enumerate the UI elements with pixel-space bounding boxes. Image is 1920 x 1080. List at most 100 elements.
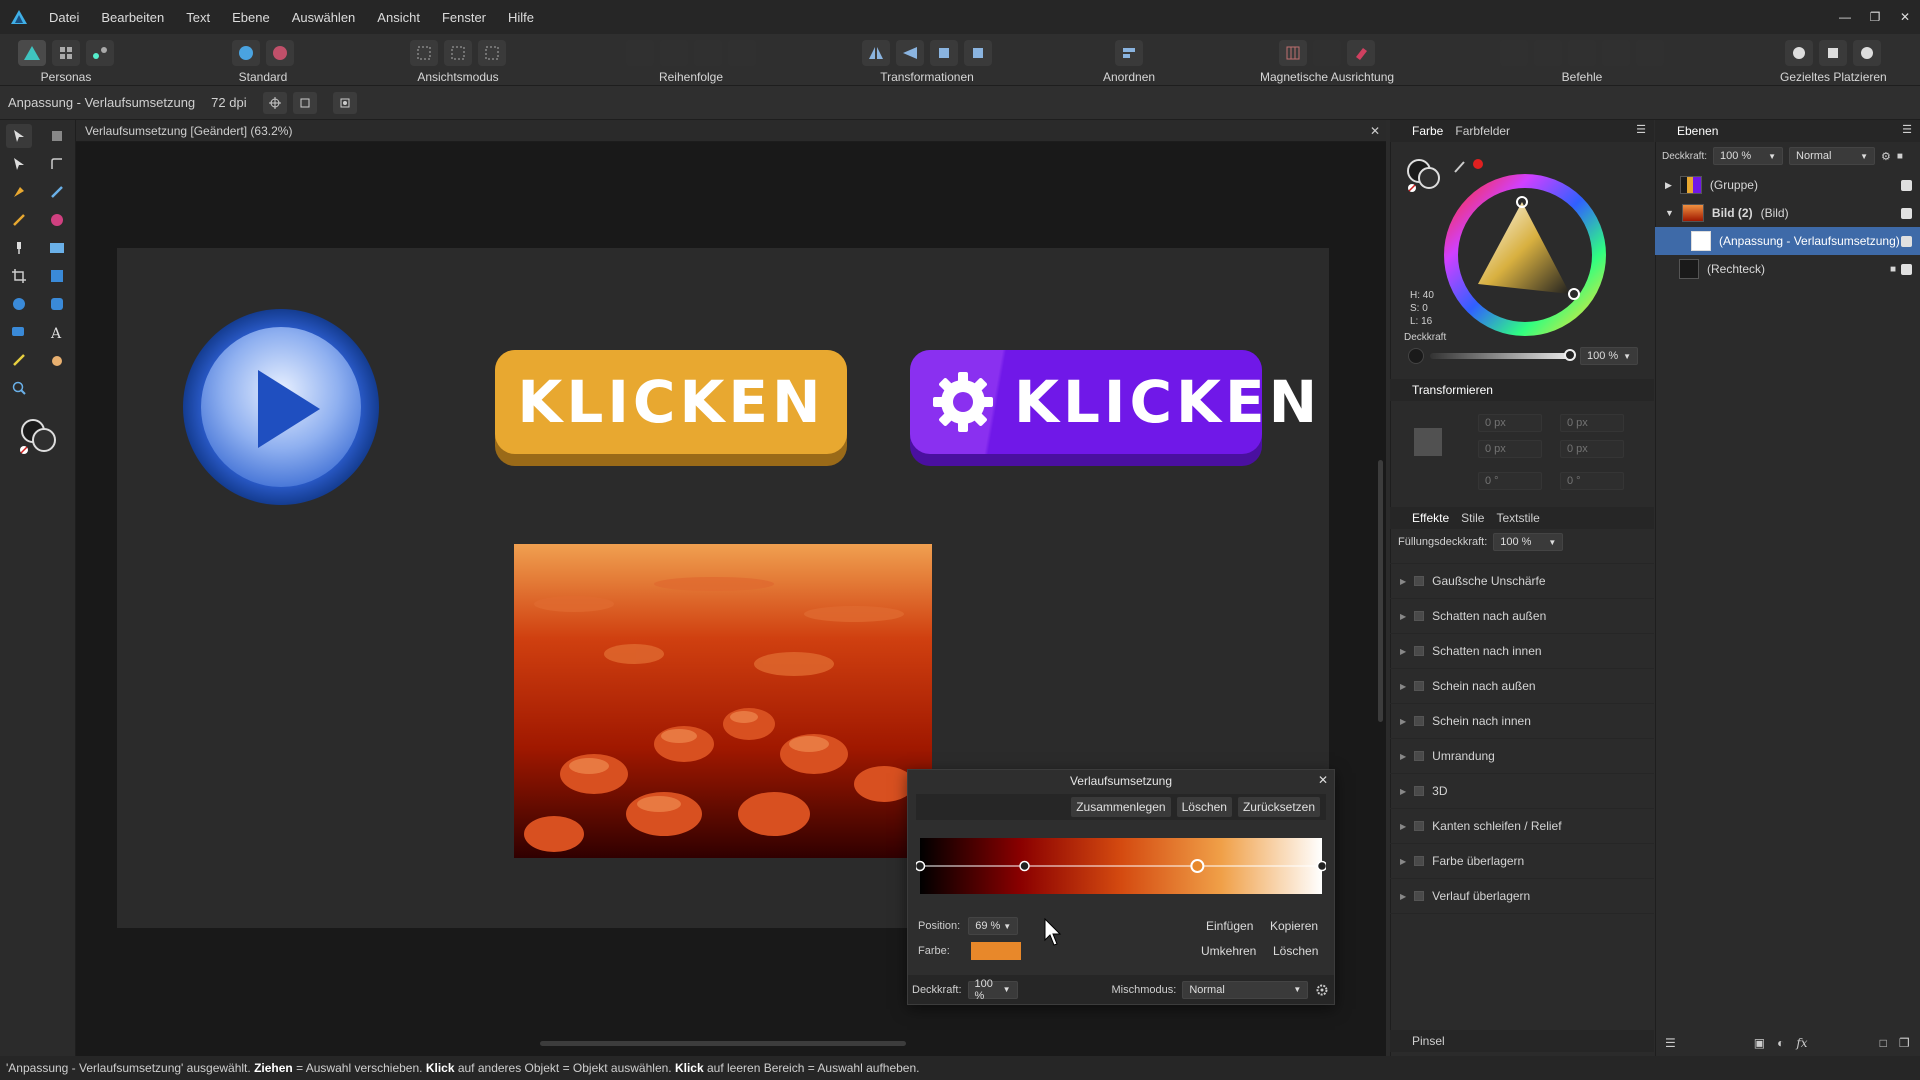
gradient-stop[interactable] xyxy=(916,860,926,872)
view-mode-2-icon[interactable] xyxy=(444,40,472,66)
rotate-right-icon[interactable] xyxy=(964,40,992,66)
layers-blend-select[interactable]: Normal ▼ xyxy=(1789,147,1876,165)
menu-ebene[interactable]: Ebene xyxy=(221,10,281,25)
effect-outer-glow[interactable]: ▶ Schein nach außen xyxy=(1390,669,1654,704)
position-field[interactable]: 69 % ▼ xyxy=(968,917,1019,935)
effect-checkbox[interactable] xyxy=(1414,856,1425,866)
fill-tool-icon[interactable] xyxy=(44,208,70,232)
color-opacity-field[interactable]: 100 % ▼ xyxy=(1580,347,1638,365)
pen-tool-icon[interactable] xyxy=(6,180,32,204)
layers-opacity-field[interactable]: 100 % ▼ xyxy=(1713,147,1784,165)
snapping-magnet-icon[interactable] xyxy=(1347,40,1376,66)
layer-settings-icon[interactable]: ⚙ xyxy=(1881,150,1891,163)
effect-outline[interactable]: ▶ Umrandung xyxy=(1390,739,1654,774)
command-2-icon[interactable] xyxy=(1534,40,1562,66)
effect-inner-glow[interactable]: ▶ Schein nach innen xyxy=(1390,704,1654,739)
layer-rectangle[interactable]: (Rechteck) ■ xyxy=(1655,255,1920,283)
effect-checkbox[interactable] xyxy=(1414,716,1425,726)
move-tool-icon[interactable] xyxy=(6,124,32,148)
pencil-tool-icon[interactable] xyxy=(44,180,70,204)
order-back-icon[interactable] xyxy=(626,40,654,66)
effect-checkbox[interactable] xyxy=(1414,576,1425,586)
effect-checkbox[interactable] xyxy=(1414,891,1425,901)
expand-arrow-icon[interactable]: ▶ xyxy=(1665,180,1672,191)
target-icon[interactable] xyxy=(292,91,317,114)
visibility-checkbox[interactable] xyxy=(1901,179,1912,191)
shape-tool-icon[interactable] xyxy=(6,320,32,344)
minimize-button[interactable]: — xyxy=(1830,0,1860,34)
lock-icon[interactable]: ■ xyxy=(1897,151,1903,162)
eyedropper-tool-icon[interactable] xyxy=(6,348,32,372)
effect-color-overlay[interactable]: ▶ Farbe überlagern xyxy=(1390,844,1654,879)
reset-button[interactable]: Zurücksetzen xyxy=(1237,797,1320,817)
command-1-icon[interactable] xyxy=(1500,40,1528,66)
close-document-icon[interactable]: ✕ xyxy=(1370,124,1380,138)
gradient-stops-track[interactable] xyxy=(916,858,1326,874)
paint-tool-icon[interactable] xyxy=(6,236,32,260)
effect-bevel-emboss[interactable]: ▶ Kanten schleifen / Relief xyxy=(1390,809,1654,844)
color-opacity-slider[interactable] xyxy=(1430,353,1574,359)
layer-gradient-map[interactable]: (Anpassung - Verlaufsumsetzung) xyxy=(1655,227,1920,255)
transform-origin-icon[interactable] xyxy=(332,91,357,114)
flip-vertical-icon[interactable] xyxy=(896,40,924,66)
command-3-icon[interactable] xyxy=(1568,40,1596,66)
menu-hilfe[interactable]: Hilfe xyxy=(497,10,545,25)
transform-shear-field[interactable]: 0 ° xyxy=(1560,472,1624,490)
rectangle-tool-icon[interactable] xyxy=(44,264,70,288)
transform-x-field[interactable]: 0 px xyxy=(1478,414,1542,432)
tab-pinsel[interactable]: Pinsel xyxy=(1412,1034,1445,1048)
flip-horizontal-icon[interactable] xyxy=(862,40,890,66)
brush-panel-header[interactable]: Pinsel xyxy=(1390,1030,1654,1052)
effect-3d[interactable]: ▶ 3D xyxy=(1390,774,1654,809)
view-mode-3-icon[interactable] xyxy=(478,40,506,66)
adjustment-icon[interactable]: ◐ xyxy=(1777,1036,1784,1050)
assistant-icon[interactable] xyxy=(266,40,294,66)
insert-button[interactable]: Einfügen xyxy=(1206,919,1253,933)
effect-checkbox[interactable] xyxy=(1414,646,1425,656)
effect-gradient-overlay[interactable]: ▶ Verlauf überlagern xyxy=(1390,879,1654,914)
liquify-persona-icon[interactable] xyxy=(52,40,80,66)
fx-icon[interactable]: fx xyxy=(1796,1036,1807,1050)
zoom-tool-icon[interactable] xyxy=(6,376,32,400)
tab-farbfelder[interactable]: Farbfelder xyxy=(1455,124,1510,138)
menu-auswaehlen[interactable]: Auswählen xyxy=(281,10,367,25)
menu-bearbeiten[interactable]: Bearbeiten xyxy=(90,10,175,25)
delete-stop-button[interactable]: Löschen xyxy=(1273,944,1318,958)
horizontal-scrollbar[interactable] xyxy=(78,1038,1368,1049)
corner-tool-icon[interactable] xyxy=(44,152,70,176)
layer-bild[interactable]: ▼ Bild (2) (Bild) xyxy=(1655,199,1920,227)
panel-menu-icon[interactable]: ☰ xyxy=(1902,123,1912,136)
command-4-icon[interactable] xyxy=(1602,40,1630,66)
invert-button[interactable]: Umkehren xyxy=(1201,944,1256,958)
blend-mode-select[interactable]: Normal ▼ xyxy=(1182,980,1309,999)
photo-persona-icon[interactable] xyxy=(18,40,46,66)
pebble-image[interactable] xyxy=(514,544,932,858)
anchor-point-icon[interactable] xyxy=(1408,422,1448,462)
gradient-stop[interactable] xyxy=(1019,860,1030,872)
ellipse-tool-icon[interactable] xyxy=(6,292,32,316)
export-persona-icon[interactable] xyxy=(86,40,114,66)
menu-fenster[interactable]: Fenster xyxy=(431,10,497,25)
artboard-tool-icon[interactable] xyxy=(44,124,70,148)
crosshair-icon[interactable] xyxy=(262,91,287,114)
order-forward-icon[interactable] xyxy=(694,40,722,66)
place-2-icon[interactable] xyxy=(1819,40,1848,66)
brush-tool-icon[interactable] xyxy=(6,208,32,232)
node-tool-icon[interactable] xyxy=(6,152,32,176)
text-tool-icon[interactable]: A xyxy=(44,320,70,344)
duplicate-layer-icon[interactable]: ❐ xyxy=(1899,1036,1910,1050)
effect-checkbox[interactable] xyxy=(1414,751,1425,761)
merge-button[interactable]: Zusammenlegen xyxy=(1071,797,1171,817)
gradient-stop-selected[interactable] xyxy=(1190,859,1205,873)
transform-w-field[interactable]: 0 px xyxy=(1560,414,1624,432)
view-mode-1-icon[interactable] xyxy=(410,40,438,66)
tab-effekte[interactable]: Effekte xyxy=(1412,511,1449,525)
visibility-checkbox[interactable] xyxy=(1901,207,1912,219)
tab-stile[interactable]: Stile xyxy=(1461,511,1484,525)
effect-checkbox[interactable] xyxy=(1414,611,1425,621)
order-front-icon[interactable] xyxy=(728,40,756,66)
crop-tool-icon[interactable] xyxy=(6,264,32,288)
color-swatch-icon[interactable] xyxy=(18,416,58,456)
place-1-icon[interactable] xyxy=(1785,40,1814,66)
tab-transformieren[interactable]: Transformieren xyxy=(1412,383,1493,397)
